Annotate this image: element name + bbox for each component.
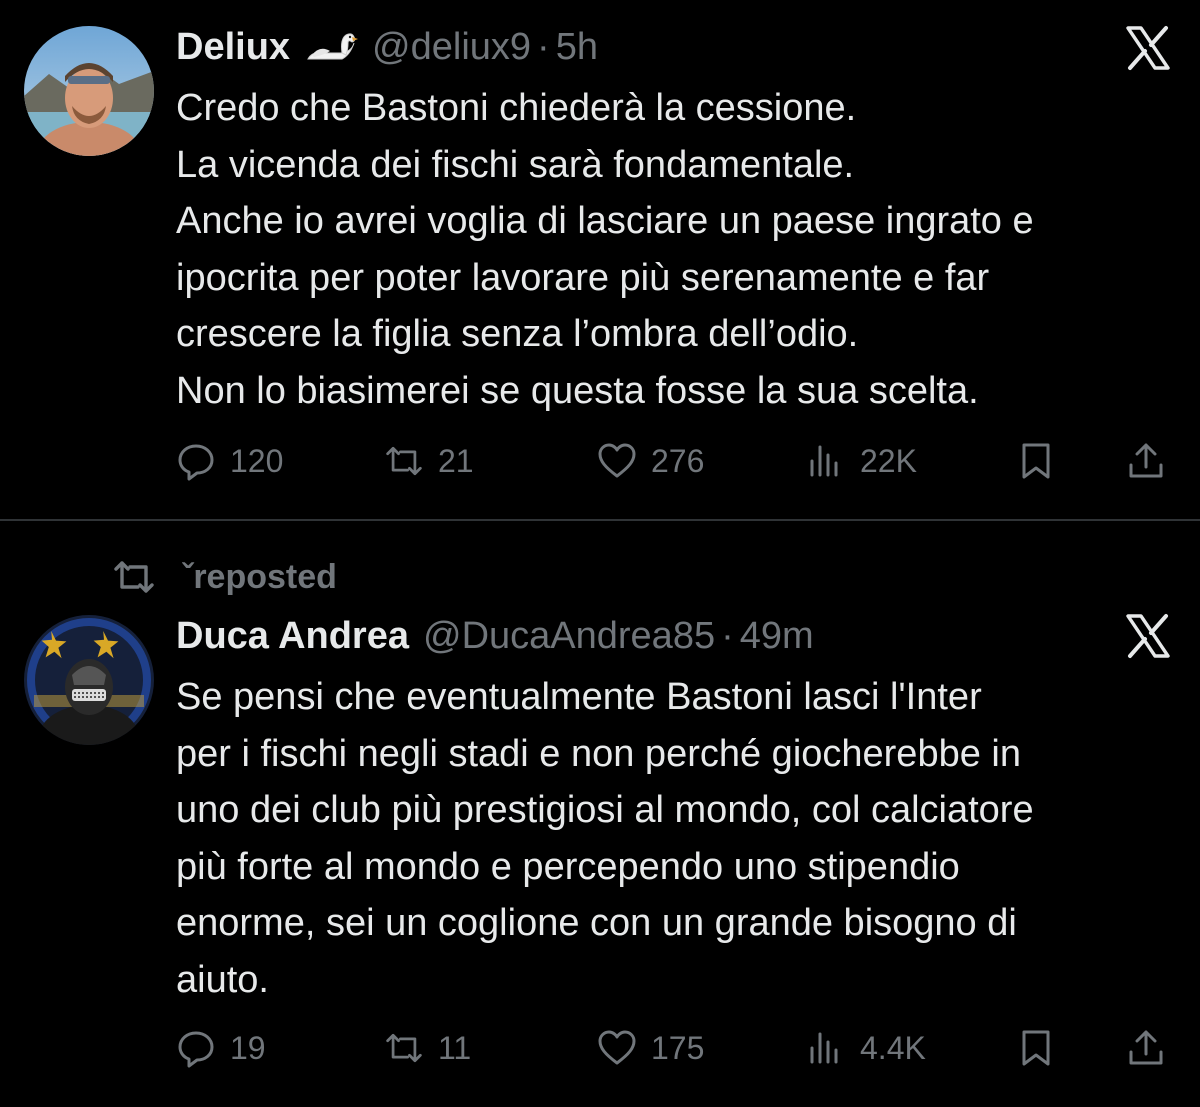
repost-icon xyxy=(112,555,182,599)
reply-button[interactable]: 120 xyxy=(176,436,283,486)
views-count: 4.4K xyxy=(860,1029,926,1066)
repost-icon xyxy=(384,441,424,481)
author-handle[interactable]: @DucaAndrea85 xyxy=(423,611,715,661)
tweet-text-line: aiuto. xyxy=(176,958,269,1001)
avatar[interactable] xyxy=(24,26,154,156)
author-name[interactable]: Deliux xyxy=(176,22,290,72)
tweet-actions: 120 21 276 22K xyxy=(0,436,1200,486)
reply-count: 19 xyxy=(230,1029,266,1066)
separator-dot: · xyxy=(721,615,734,657)
repost-count: 11 xyxy=(438,1029,472,1066)
tweet-text-line: Se pensi che eventualmente Bastoni lasci… xyxy=(176,676,982,718)
x-logo-icon xyxy=(1124,612,1172,660)
avatar[interactable] xyxy=(24,615,154,745)
tweet-text: Se pensi che eventualmente Bastoni lasci… xyxy=(176,669,1176,1009)
tweet-text-line: enorme, sei un coglione con un grande bi… xyxy=(176,902,1017,945)
tweet-text-line: Anche io avrei voglia di lasciare un pae… xyxy=(176,200,1034,243)
reply-button[interactable]: 19 xyxy=(176,1023,266,1073)
like-count: 175 xyxy=(651,1029,705,1066)
bookmark-icon xyxy=(1016,441,1056,481)
avatar-photo xyxy=(24,615,154,745)
author-name[interactable]: Duca Andrea xyxy=(176,611,409,661)
x-logo-icon xyxy=(1124,24,1172,72)
author-handle[interactable]: @deliux9 xyxy=(372,22,531,72)
like-button[interactable]: 276 xyxy=(597,436,704,486)
timestamp[interactable]: 5h xyxy=(556,22,598,72)
tweet[interactable]: ˇreposted Duca Andrea @DucaAndrea85 · 49… xyxy=(0,521,1200,1107)
reply-count: 120 xyxy=(230,442,284,479)
timestamp[interactable]: 49m xyxy=(740,611,814,661)
share-icon xyxy=(1126,441,1166,481)
tweet-text-line: più forte al mondo e percependo uno stip… xyxy=(176,845,960,888)
separator-dot: · xyxy=(537,26,550,68)
reply-icon xyxy=(176,441,216,481)
tweet-text-line: crescere la figlia senza l’ombra dell’od… xyxy=(176,313,859,356)
views-button[interactable]: 22K xyxy=(806,436,917,486)
tweet-text: Credo che Bastoni chiederà la cessione. … xyxy=(176,80,1176,420)
views-button[interactable]: 4.4K xyxy=(806,1023,926,1073)
repost-banner: ˇreposted xyxy=(112,555,337,599)
views-count: 22K xyxy=(860,442,917,479)
views-icon xyxy=(806,1028,846,1068)
share-icon xyxy=(1126,1028,1166,1068)
like-count: 276 xyxy=(651,442,705,479)
avatar-photo xyxy=(24,26,154,156)
tweet-header: Deliux @deliux9 · 5h xyxy=(176,22,598,72)
tweet-actions: 19 11 175 4.4K xyxy=(0,1023,1200,1073)
tweet-text-line: Non lo biasimerei se questa fosse la sua… xyxy=(176,369,979,412)
tweet-text-line: La vicenda dei fischi sarà fondamentale. xyxy=(176,143,855,186)
swan-emoji-icon xyxy=(302,29,359,65)
tweet-text-line: uno dei club più prestigiosi al mondo, c… xyxy=(176,789,1034,832)
tweet-text-line: ipocrita per poter lavorare più serename… xyxy=(176,256,990,299)
bookmark-icon xyxy=(1016,1028,1056,1068)
share-button[interactable] xyxy=(1126,1023,1166,1073)
tweet-text-line: per i fischi negli stadi e non perché gi… xyxy=(176,732,1021,775)
repost-count: 21 xyxy=(438,442,474,479)
heart-icon xyxy=(597,1028,637,1068)
reply-icon xyxy=(176,1028,216,1068)
tweet-text-line: Credo che Bastoni chiederà la cessione. xyxy=(176,87,857,129)
tweet-header: Duca Andrea @DucaAndrea85 · 49m xyxy=(176,611,814,661)
repost-button[interactable]: 21 xyxy=(384,436,474,486)
like-button[interactable]: 175 xyxy=(597,1023,704,1073)
timeline: Deliux @deliux9 · 5h Credo che Bastoni c… xyxy=(0,0,1200,1107)
bookmark-button[interactable] xyxy=(1016,436,1056,486)
repost-button[interactable]: 11 xyxy=(384,1023,471,1073)
repost-banner-label[interactable]: ˇreposted xyxy=(182,558,337,597)
heart-icon xyxy=(597,441,637,481)
views-icon xyxy=(806,441,846,481)
bookmark-button[interactable] xyxy=(1016,1023,1056,1073)
tweet[interactable]: Deliux @deliux9 · 5h Credo che Bastoni c… xyxy=(0,0,1200,519)
share-button[interactable] xyxy=(1126,436,1166,486)
repost-icon xyxy=(384,1028,424,1068)
